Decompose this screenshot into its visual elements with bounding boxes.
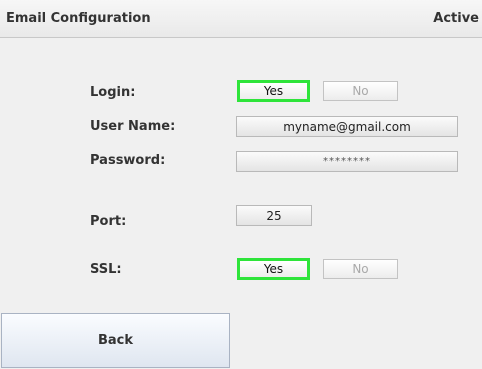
port-label: Port: <box>90 214 127 229</box>
password-field[interactable]: ******** <box>236 151 458 172</box>
status-label: Active <box>433 11 479 26</box>
login-no-button[interactable]: No <box>323 81 398 101</box>
login-yes-button[interactable]: Yes <box>237 80 310 102</box>
back-button[interactable]: Back <box>1 313 230 368</box>
user-name-field[interactable]: myname@gmail.com <box>236 116 458 137</box>
ssl-label: SSL: <box>90 262 122 277</box>
user-name-label: User Name: <box>90 119 176 134</box>
password-label: Password: <box>90 153 166 168</box>
page-title: Email Configuration <box>6 11 151 26</box>
login-label: Login: <box>90 85 136 100</box>
title-bar: Email Configuration Active <box>0 0 482 38</box>
ssl-no-button[interactable]: No <box>323 259 398 279</box>
port-field[interactable]: 25 <box>236 205 312 226</box>
ssl-yes-button[interactable]: Yes <box>237 258 310 280</box>
